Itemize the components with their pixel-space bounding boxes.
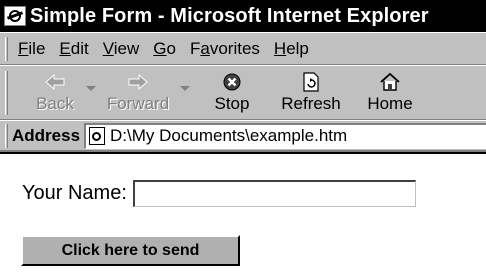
right-arrow-icon bbox=[126, 71, 150, 93]
back-dropdown-arrow-icon[interactable] bbox=[86, 86, 96, 91]
back-label: Back bbox=[36, 94, 74, 113]
menu-edit[interactable]: Edit bbox=[59, 39, 88, 59]
forward-button[interactable]: Forward bbox=[102, 68, 174, 118]
window-title: Simple Form - Microsoft Internet Explore… bbox=[30, 4, 429, 27]
address-label: Address bbox=[12, 125, 81, 145]
stop-label: Stop bbox=[214, 94, 250, 113]
menu-bar: File Edit View Go Favorites Help bbox=[0, 32, 486, 65]
ie-logo-icon[interactable] bbox=[4, 6, 26, 26]
home-button[interactable]: Home bbox=[362, 68, 418, 118]
page-icon bbox=[89, 127, 106, 145]
left-arrow-icon bbox=[43, 71, 67, 93]
name-label: Your Name: bbox=[22, 182, 127, 204]
address-bar: Address D:\My Documents\example.htm bbox=[0, 120, 486, 152]
address-value[interactable]: D:\My Documents\example.htm bbox=[110, 126, 347, 146]
stop-button[interactable]: Stop bbox=[204, 68, 260, 118]
name-input[interactable] bbox=[132, 180, 416, 207]
home-icon bbox=[379, 71, 401, 93]
menu-favorites[interactable]: Favorites bbox=[190, 39, 260, 59]
menu-view[interactable]: View bbox=[103, 39, 140, 59]
send-button[interactable]: Click here to send bbox=[21, 235, 240, 266]
forward-dropdown-arrow-icon[interactable] bbox=[180, 86, 190, 91]
standard-toolbar: Back Forward Stop Refresh Home bbox=[0, 65, 486, 120]
forward-label: Forward bbox=[106, 94, 170, 113]
title-bar[interactable]: Simple Form - Microsoft Internet Explore… bbox=[0, 0, 486, 32]
refresh-button[interactable]: Refresh bbox=[270, 68, 352, 118]
back-button[interactable]: Back bbox=[30, 68, 80, 118]
menu-help[interactable]: Help bbox=[274, 39, 309, 59]
refresh-label: Refresh bbox=[281, 94, 341, 113]
stop-icon bbox=[222, 71, 242, 93]
menu-grip[interactable] bbox=[5, 36, 8, 61]
address-field[interactable]: D:\My Documents\example.htm bbox=[84, 122, 486, 149]
address-grip[interactable] bbox=[5, 123, 8, 148]
home-label: Home bbox=[367, 94, 413, 113]
browser-window: Simple Form - Microsoft Internet Explore… bbox=[0, 0, 486, 277]
toolbar-grip[interactable] bbox=[5, 70, 8, 115]
name-row: Your Name: bbox=[22, 180, 416, 207]
menu-go[interactable]: Go bbox=[153, 39, 176, 59]
page-content: Your Name: Click here to send bbox=[0, 152, 486, 277]
refresh-icon bbox=[302, 71, 320, 93]
menu-file[interactable]: File bbox=[18, 39, 45, 59]
